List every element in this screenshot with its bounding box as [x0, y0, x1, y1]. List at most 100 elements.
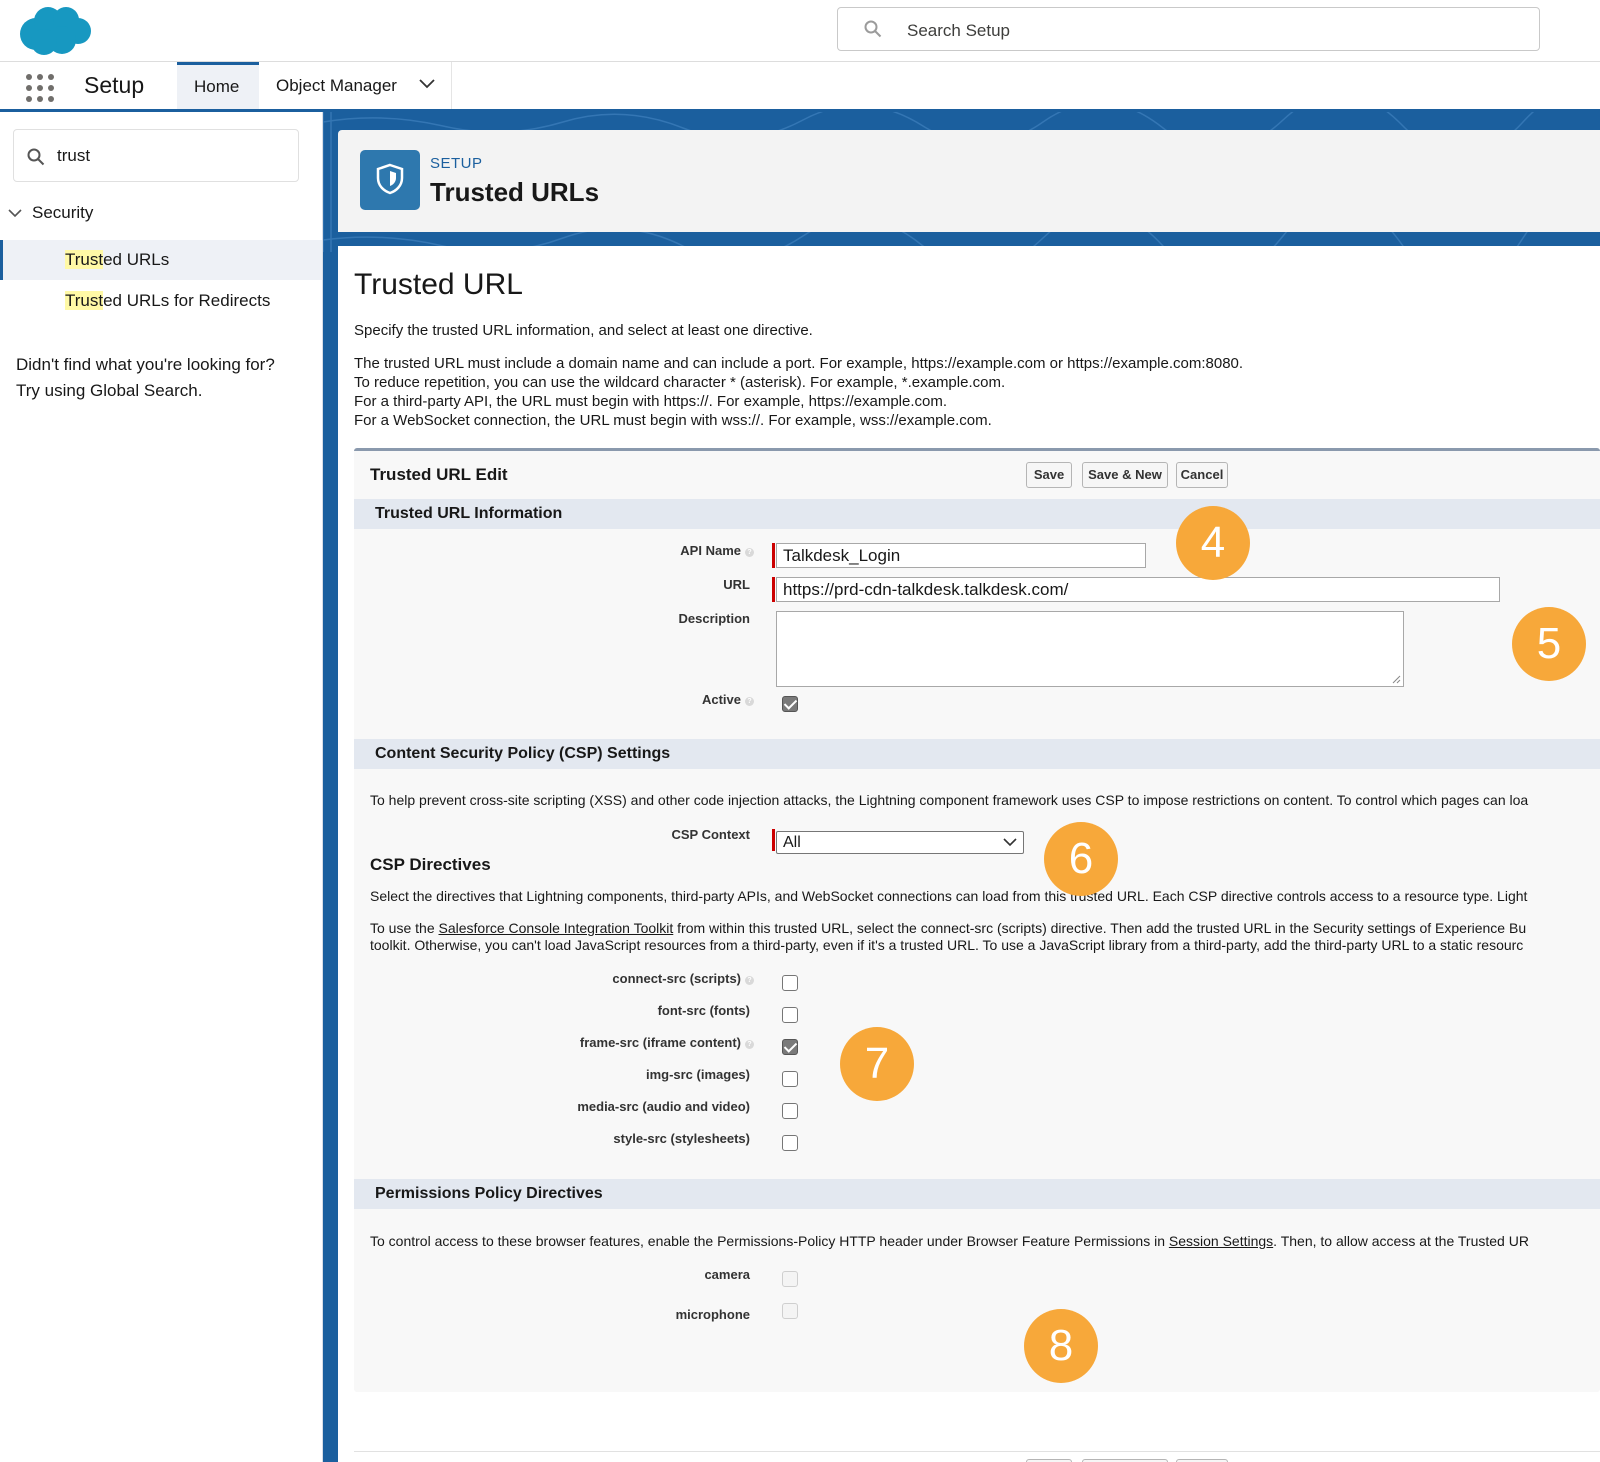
sidebar-item-label: ed URLs [103, 250, 170, 269]
save-and-new-button[interactable]: Save & New [1082, 462, 1168, 488]
media-src-checkbox[interactable] [782, 1103, 798, 1119]
search-highlight: Trust [65, 250, 104, 269]
description-textarea[interactable] [776, 611, 1404, 687]
search-icon [27, 148, 45, 171]
divider [354, 1451, 1600, 1452]
toolkit-text-pre: To use the [370, 920, 439, 936]
chevron-down-icon[interactable] [419, 79, 435, 89]
quick-find-value: trust [57, 146, 91, 165]
sidebar-section-label: Security [32, 203, 94, 222]
global-header: Search Setup [0, 0, 1600, 62]
shield-icon [360, 150, 420, 210]
salesforce-logo[interactable] [16, 4, 92, 63]
not-found-line: Didn't find what you're looking for? [16, 355, 275, 374]
page-description: Specify the trusted URL information, and… [354, 322, 813, 339]
microphone-checkbox[interactable] [782, 1303, 798, 1319]
page-header-subtitle: SETUP [430, 155, 483, 172]
main-area: SETUP Trusted URLs Trusted URL Specify t… [323, 112, 1600, 1462]
global-search-box[interactable]: Search Setup [837, 7, 1540, 51]
toolkit-text-line2: toolkit. Otherwise, you can't load JavaS… [370, 937, 1524, 953]
api-name-label-text: API Name [680, 543, 741, 558]
sidebar-item-trusted-urls-redirects[interactable]: Trusted URLs for Redirects [0, 281, 322, 321]
cancel-button[interactable]: Cancel [1176, 462, 1228, 488]
toolkit-text-line1: To use the Salesforce Console Integratio… [370, 920, 1526, 937]
page-title: Trusted URL [354, 268, 523, 301]
required-indicator [772, 577, 775, 602]
step-badge-7: 7 [840, 1027, 914, 1101]
toolkit-text-post: from within this trusted URL, select the… [673, 920, 1527, 936]
app-name: Setup [84, 72, 145, 98]
directive-label-connect-src: connect-src (scripts)? [354, 971, 754, 986]
app-launcher-icon[interactable] [25, 73, 55, 108]
img-src-checkbox[interactable] [782, 1071, 798, 1087]
info-line: The trusted URL must include a domain na… [354, 355, 1244, 372]
info-line: For a third-party API, the URL must begi… [354, 393, 948, 410]
description-label: Description [678, 611, 750, 626]
resize-handle-icon[interactable] [1391, 674, 1401, 684]
sidebar-section-security[interactable]: Security [8, 203, 93, 223]
microphone-label: microphone [675, 1307, 750, 1322]
chevron-down-icon [8, 208, 22, 217]
required-indicator [772, 829, 775, 851]
chevron-down-icon [1003, 838, 1017, 847]
url-input[interactable]: https://prd-cdn-talkdesk.talkdesk.com/ [776, 577, 1500, 602]
help-icon[interactable]: ? [745, 976, 754, 985]
active-checkbox[interactable] [782, 696, 798, 712]
search-icon [864, 20, 882, 43]
help-icon[interactable]: ? [745, 1040, 754, 1049]
camera-label: camera [704, 1267, 750, 1282]
directive-label-font-src: font-src (fonts) [657, 1003, 750, 1018]
font-src-checkbox[interactable] [782, 1007, 798, 1023]
step-badge-6: 6 [1044, 822, 1118, 896]
api-name-input[interactable]: Talkdesk_Login [776, 543, 1146, 568]
csp-context-label: CSP Context [671, 827, 751, 842]
frame-src-checkbox[interactable] [782, 1039, 798, 1055]
not-found-line: Try using Global Search. [16, 381, 203, 400]
permissions-description: To control access to these browser featu… [370, 1233, 1529, 1250]
sidebar-item-trusted-urls[interactable]: Trusted URLs [0, 240, 322, 280]
csp-directives-title: CSP Directives [370, 855, 491, 874]
help-icon[interactable]: ? [745, 697, 754, 706]
setup-sidebar: trust Security Trusted URLs Trusted URLs… [0, 112, 323, 1462]
help-icon[interactable]: ? [745, 548, 754, 557]
style-src-checkbox[interactable] [782, 1135, 798, 1151]
step-badge-4: 4 [1176, 506, 1250, 580]
form-title: Trusted URL Edit [370, 465, 508, 484]
step-badge-8: 8 [1024, 1309, 1098, 1383]
section-trusted-url-information: Trusted URL Information [354, 499, 1600, 529]
global-search-placeholder: Search Setup [907, 21, 1011, 40]
page-header: SETUP Trusted URLs [338, 130, 1600, 232]
api-name-label: API Name? [354, 543, 754, 558]
required-indicator [772, 543, 775, 568]
directive-label-text: frame-src (iframe content) [579, 1035, 741, 1050]
tab-object-manager[interactable]: Object Manager [259, 62, 452, 109]
not-found-message: Didn't find what you're looking for? Try… [16, 352, 275, 404]
directive-label-text: connect-src (scripts) [612, 971, 741, 986]
session-settings-link[interactable]: Session Settings [1169, 1233, 1273, 1249]
active-label: Active? [354, 692, 754, 707]
page-header-title: Trusted URLs [430, 177, 600, 207]
section-csp-settings: Content Security Policy (CSP) Settings [354, 739, 1600, 769]
app-navigation: Setup Home Object Manager [0, 62, 1600, 112]
url-label: URL [723, 577, 750, 592]
tab-home[interactable]: Home [177, 62, 259, 109]
csp-description: To help prevent cross-site scripting (XS… [370, 792, 1529, 808]
section-permissions-policy: Permissions Policy Directives [354, 1179, 1600, 1209]
quick-find-input[interactable]: trust [13, 129, 299, 182]
console-integration-toolkit-link[interactable]: Salesforce Console Integration Toolkit [439, 920, 674, 936]
permissions-text-pre: To control access to these browser featu… [370, 1233, 1169, 1249]
save-button[interactable]: Save [1026, 462, 1072, 488]
csp-directives-description: Select the directives that Lightning com… [370, 888, 1528, 904]
trusted-url-edit-form: Trusted URL Edit Save Save & New Cancel … [354, 448, 1600, 1462]
camera-checkbox[interactable] [782, 1271, 798, 1287]
step-badge-5: 5 [1512, 607, 1586, 681]
info-line: To reduce repetition, you can use the wi… [354, 374, 1006, 391]
directive-label-img-src: img-src (images) [645, 1067, 750, 1082]
tab-object-manager-label: Object Manager [276, 76, 397, 95]
directive-label-media-src: media-src (audio and video) [577, 1099, 750, 1114]
active-label-text: Active [701, 692, 741, 707]
search-highlight: Trust [65, 291, 104, 310]
sidebar-item-label: ed URLs for Redirects [103, 291, 271, 310]
connect-src-checkbox[interactable] [782, 975, 798, 991]
csp-context-select[interactable]: All [776, 831, 1024, 854]
